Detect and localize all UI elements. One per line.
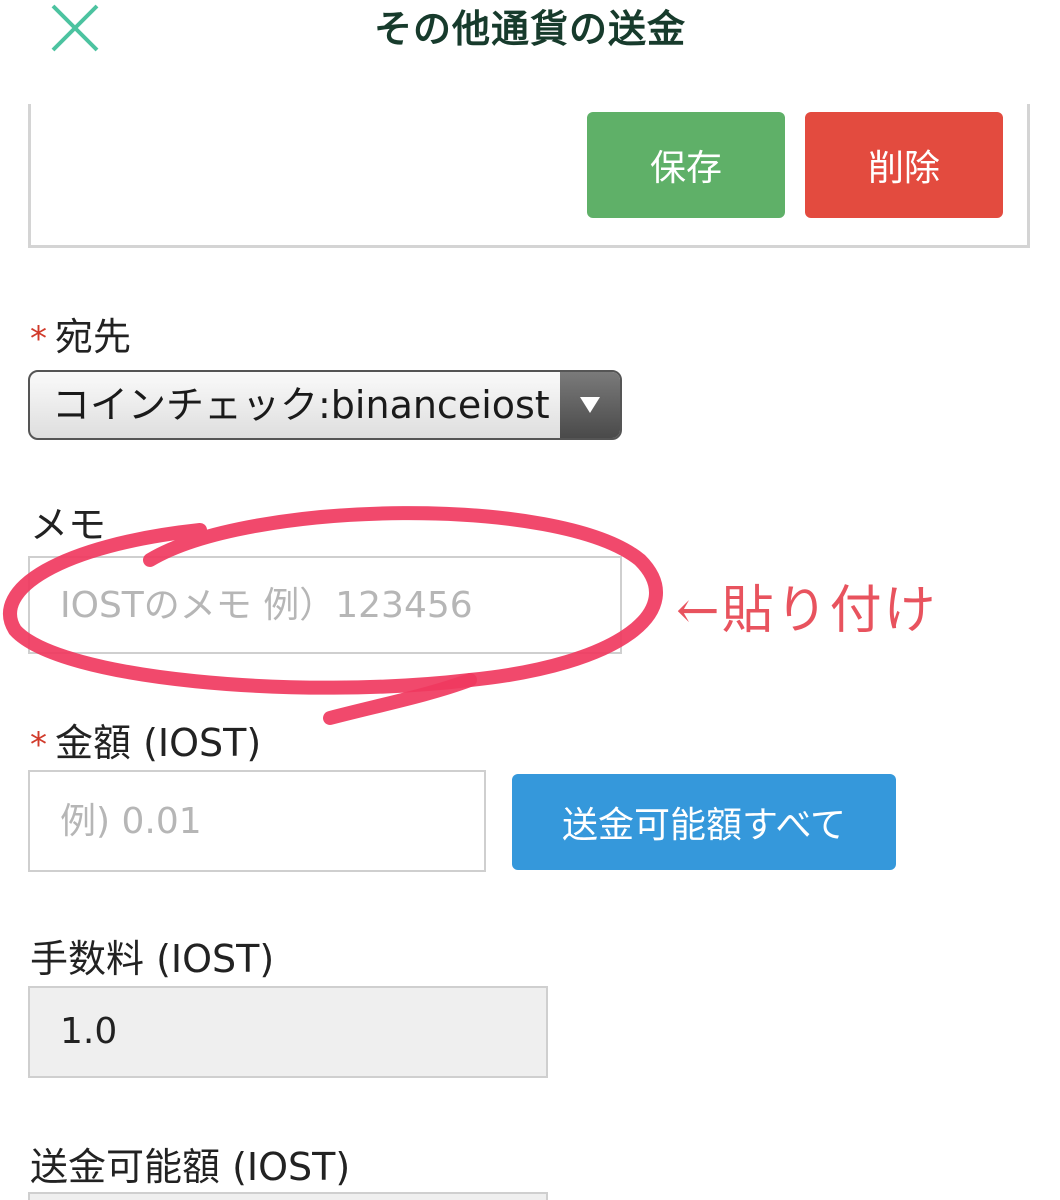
fee-label: 手数料 (IOST): [30, 937, 275, 981]
delete-button[interactable]: 削除: [805, 112, 1003, 218]
amount-input[interactable]: [28, 770, 486, 872]
send-other-currency-page: その他通貨の送金 保存 削除 * 宛先 コインチェック:binanceiost メ…: [0, 0, 1060, 1200]
paste-annotation-note: ←貼り付け: [676, 581, 938, 641]
destination-selected-value: コインチェック:binanceiost: [52, 383, 550, 427]
send-all-button[interactable]: 送金可能額すべて: [512, 774, 896, 870]
destination-select[interactable]: コインチェック:binanceiost: [28, 370, 622, 440]
destination-label: 宛先: [55, 315, 132, 359]
page-title: その他通貨の送金: [373, 7, 686, 51]
available-field: [28, 1192, 548, 1200]
memo-input[interactable]: [28, 556, 622, 654]
available-label: 送金可能額 (IOST): [30, 1145, 351, 1189]
required-mark: *: [30, 319, 47, 359]
memo-label: メモ: [30, 503, 107, 547]
required-mark: *: [30, 725, 47, 765]
amount-label-row: * 金額 (IOST): [30, 712, 261, 767]
dropdown-arrow-icon: [560, 372, 620, 438]
fee-field: 1.0: [28, 986, 548, 1078]
amount-label: 金額 (IOST): [55, 721, 262, 765]
address-card: 保存 削除: [28, 104, 1030, 248]
save-button[interactable]: 保存: [587, 112, 785, 218]
destination-label-row: * 宛先: [30, 306, 131, 361]
